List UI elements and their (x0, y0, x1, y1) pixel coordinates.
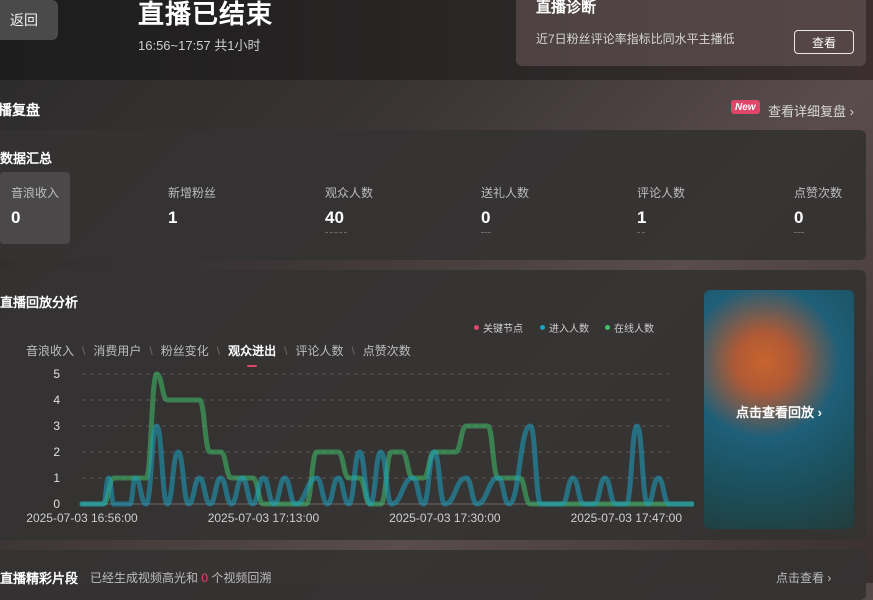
x-tick-label: 2025-07-03 16:56:00 (26, 511, 138, 525)
analysis-card: 直播回放分析 关键节点 进入人数 在线人数 音浪收入 \ 消费用户 \ 粉丝变化 \ 观众进出 \… (0, 270, 866, 540)
metric-label: 评论人数 (637, 186, 686, 200)
y-tick-label: 2 (53, 445, 60, 459)
metric-card[interactable]: 新增粉丝 1 (157, 172, 227, 244)
metric-value: 0 (794, 208, 804, 227)
metric-card[interactable]: 观众人数 40 (314, 172, 384, 244)
diagnosis-view-button[interactable]: 查看 (794, 30, 854, 54)
metric-underline (481, 232, 491, 234)
view-replay-label[interactable]: 点击查看回放 › (704, 402, 854, 421)
metric-value: 0 (481, 208, 491, 227)
metric-underline (637, 232, 645, 234)
y-tick-label: 1 (53, 471, 60, 485)
metric-label: 点赞次数 (794, 186, 843, 200)
summary-card: 数据汇总 音浪收入 0 新增粉丝 1 观众人数 40 送礼人数 0 评论人数 1 点赞次数 0 (0, 130, 866, 260)
metric-value: 40 (325, 208, 344, 227)
metric-card[interactable]: 评论人数 1 (626, 172, 696, 244)
x-tick-label: 2025-07-03 17:47:00 (571, 511, 683, 525)
view-detail-review-link[interactable]: 查看详细复盘 › (768, 101, 854, 120)
metric-card[interactable]: 送礼人数 0 (470, 172, 540, 244)
new-badge: New (731, 100, 760, 114)
y-tick-label: 3 (53, 419, 60, 433)
diagnosis-description: 近7日粉丝评论率指标比同水平主播低 (536, 32, 735, 46)
metric-underline (794, 232, 804, 234)
metric-label: 观众人数 (325, 186, 374, 200)
y-tick-label: 5 (53, 367, 60, 381)
top-bar: 返回 直播已结束 16:56~17:57 共1小时 直播诊断 近7日粉丝评论率指… (0, 0, 873, 80)
metric-card[interactable]: 音浪收入 0 (0, 172, 70, 244)
y-tick-label: 4 (53, 393, 60, 407)
y-tick-label: 0 (53, 497, 60, 511)
diagnosis-title: 直播诊断 (536, 0, 597, 16)
metric-label: 新增粉丝 (168, 186, 217, 200)
summary-title: 数据汇总 (0, 151, 53, 166)
metric-value: 1 (637, 208, 647, 227)
metric-underline (325, 232, 347, 234)
page-title: 直播已结束 (138, 0, 274, 29)
metric-label: 送礼人数 (481, 186, 530, 200)
review-header: 播复盘 New 查看详细复盘 › (0, 86, 873, 130)
highlights-view-link[interactable]: 点击查看 › (776, 569, 831, 586)
metric-value: 0 (11, 208, 21, 227)
back-button[interactable]: 返回 (0, 0, 58, 40)
x-tick-label: 2025-07-03 17:30:00 (389, 511, 501, 525)
metric-value: 1 (168, 208, 178, 227)
metric-label: 音浪收入 (11, 186, 60, 200)
metric-card[interactable]: 点赞次数 0 (783, 172, 853, 244)
live-time-range: 16:56~17:57 共1小时 (138, 38, 261, 53)
replay-thumbnail[interactable]: 点击查看回放 › (704, 290, 854, 529)
highlights-title: 直播精彩片段 (0, 571, 79, 586)
review-title: 播复盘 (0, 102, 40, 118)
highlights-description: 已经生成视频高光和 0 个视频回溯 (90, 569, 271, 586)
highlights-card: 直播精彩片段 已经生成视频高光和 0 个视频回溯 点击查看 › (0, 550, 866, 600)
x-tick-label: 2025-07-03 17:13:00 (208, 511, 320, 525)
audience-chart: 0 1 2 3 4 5 2025-07-03 16:56:00 2025-07-03 17:1… (26, 367, 694, 525)
diagnosis-panel: 直播诊断 近7日粉丝评论率指标比同水平主播低 查看 (516, 0, 866, 66)
